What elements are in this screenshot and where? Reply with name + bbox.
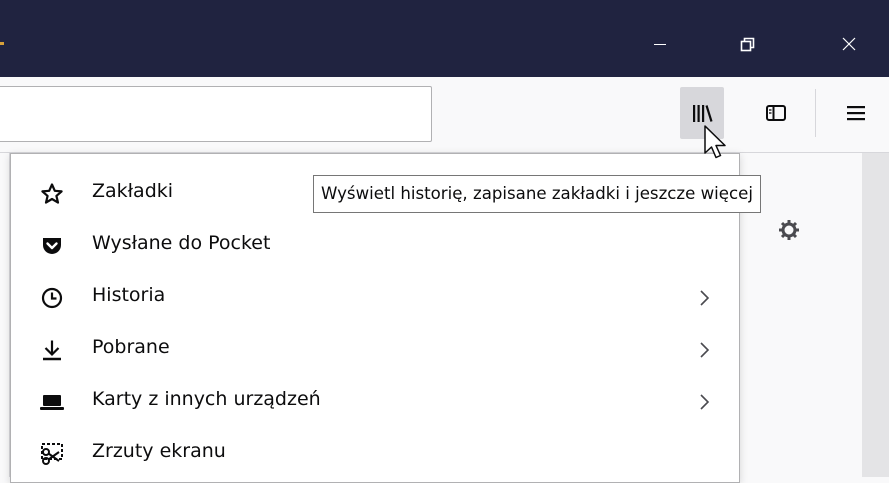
menu-item-label: Wysłane do Pocket [92, 232, 271, 254]
synced-tabs-icon [39, 389, 65, 415]
minimize-icon [654, 44, 666, 45]
titlebar-accent [0, 42, 4, 45]
page-content-left [0, 153, 10, 477]
minimize-button[interactable] [637, 24, 683, 64]
restore-icon [740, 37, 755, 52]
scrollbar-track[interactable] [862, 153, 889, 477]
menu-item-label: Zrzuty ekranu [92, 440, 226, 462]
close-button[interactable] [826, 24, 872, 64]
screenshot-icon [39, 441, 65, 467]
menu-item-label: Karty z innych urządzeń [92, 388, 321, 410]
titlebar [0, 0, 889, 77]
toolbar-separator [815, 89, 816, 137]
menu-item-downloads[interactable]: Pobrane [11, 324, 739, 376]
menu-button[interactable] [834, 87, 878, 139]
menu-item-label: Pobrane [92, 336, 170, 358]
gear-icon[interactable] [778, 219, 800, 241]
hamburger-icon [847, 106, 865, 121]
library-tooltip: Wyświetl historię, zapisane zakładki i j… [313, 175, 761, 213]
chevron-right-icon [700, 342, 710, 358]
menu-item-synced-tabs[interactable]: Karty z innych urządzeń [11, 376, 739, 428]
url-bar[interactable] [0, 86, 432, 142]
sidebar-icon [766, 105, 786, 121]
menu-item-screenshots[interactable]: Zrzuty ekranu [11, 428, 739, 480]
download-icon [39, 337, 65, 363]
star-icon [39, 181, 65, 207]
chevron-right-icon [700, 290, 710, 306]
menu-item-label: Zakładki [92, 180, 174, 202]
close-icon [842, 37, 856, 51]
mouse-cursor-icon [704, 125, 726, 159]
clock-icon [39, 285, 65, 311]
navigation-toolbar [0, 77, 889, 153]
menu-item-label: Historia [92, 284, 166, 306]
restore-button[interactable] [724, 24, 770, 64]
chevron-right-icon [700, 394, 710, 410]
library-icon [693, 105, 713, 122]
menu-item-history[interactable]: Historia [11, 272, 739, 324]
sidebar-button[interactable] [754, 87, 798, 139]
pocket-icon [39, 233, 65, 259]
menu-item-pocket[interactable]: Wysłane do Pocket [11, 220, 739, 272]
page-content [740, 153, 889, 477]
